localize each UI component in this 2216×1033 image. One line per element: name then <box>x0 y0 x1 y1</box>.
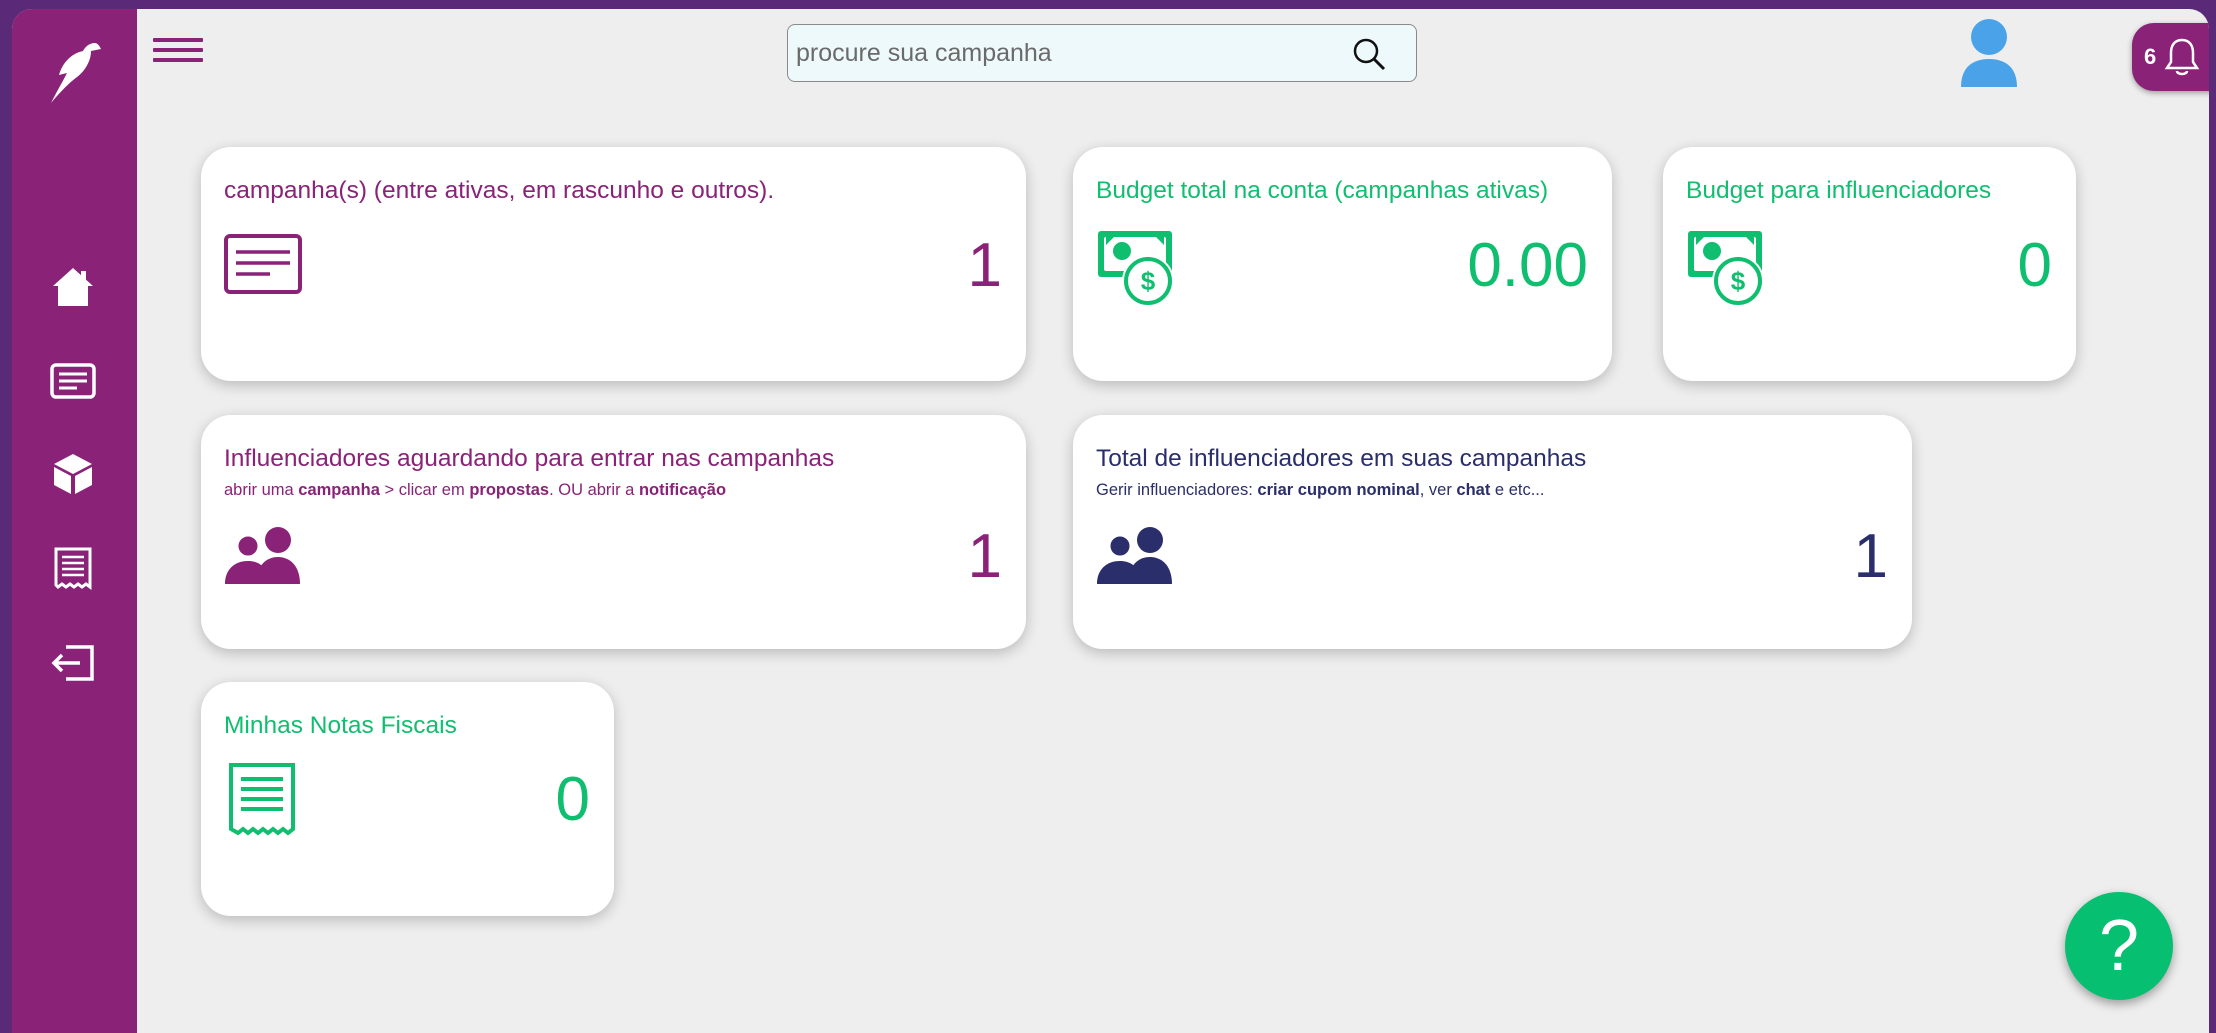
cube-icon <box>54 454 92 494</box>
notification-count: 6 <box>2144 44 2157 69</box>
card-title: Budget total na conta (campanhas ativas) <box>1096 177 1549 204</box>
card-title: campanha(s) (entre ativas, em rascunho e… <box>224 177 775 204</box>
waiting-influencers-card[interactable]: Influenciadores aguardando para entrar n… <box>201 415 1026 649</box>
sidebar-item-campaigns[interactable] <box>48 356 98 406</box>
waiting-influencers-count: 1 <box>967 522 1002 591</box>
invoices-count: 0 <box>555 765 590 834</box>
card-subtitle: abrir uma campanha > clicar em propostas… <box>224 481 727 499</box>
search-input[interactable] <box>796 31 1336 75</box>
document-icon <box>50 363 96 399</box>
receipt-icon <box>229 763 295 836</box>
campaigns-count: 1 <box>967 231 1002 300</box>
budget-influencers-card[interactable]: Budget para influenciadores $ 0 <box>1663 147 2076 381</box>
notifications-button[interactable]: 6 <box>2132 23 2209 91</box>
money-icon: $ <box>1098 231 1174 307</box>
campaigns-card[interactable]: campanha(s) (entre ativas, em rascunho e… <box>201 147 1026 381</box>
sidebar-item-invoices[interactable] <box>48 543 98 593</box>
svg-text:$: $ <box>1141 266 1156 296</box>
users-icon <box>225 527 300 584</box>
help-button[interactable]: ? <box>2065 892 2173 1000</box>
card-title: Influenciadores aguardando para entrar n… <box>224 445 835 472</box>
card-subtitle: Gerir influenciadores: criar cupom nomin… <box>1096 481 1545 499</box>
budget-influencers-value: 0 <box>2017 231 2052 300</box>
home-icon <box>53 268 93 306</box>
bird-logo-icon <box>51 43 101 103</box>
sidebar-item-home[interactable] <box>48 262 98 312</box>
bell-icon <box>2164 38 2200 76</box>
svg-text:$: $ <box>1731 266 1746 296</box>
menu-toggle-button[interactable] <box>153 38 203 70</box>
budget-total-card[interactable]: Budget total na conta (campanhas ativas)… <box>1073 147 1612 381</box>
invoices-card[interactable]: Minhas Notas Fiscais 0 <box>201 682 614 916</box>
logout-icon <box>51 645 94 681</box>
document-icon <box>224 234 302 294</box>
card-title: Total de influenciadores em suas campanh… <box>1096 445 1587 472</box>
app-frame: 6 campanha(s) (entre ativas, em rascunho… <box>12 9 2209 1033</box>
money-icon: $ <box>1688 231 1764 307</box>
sidebar <box>12 9 137 1033</box>
sidebar-item-logout[interactable] <box>48 638 98 688</box>
total-influencers-card[interactable]: Total de influenciadores em suas campanh… <box>1073 415 1912 649</box>
search-bar <box>787 24 1417 82</box>
card-title: Budget para influenciadores <box>1686 177 1992 204</box>
total-influencers-count: 1 <box>1853 522 1888 591</box>
users-icon <box>1097 527 1172 584</box>
receipt-icon <box>54 547 92 590</box>
user-avatar-icon[interactable] <box>1957 17 2021 89</box>
card-title: Minhas Notas Fiscais <box>224 712 457 739</box>
search-icon[interactable] <box>1352 37 1386 71</box>
budget-total-value: 0.00 <box>1467 231 1588 300</box>
sidebar-item-products[interactable] <box>48 449 98 499</box>
